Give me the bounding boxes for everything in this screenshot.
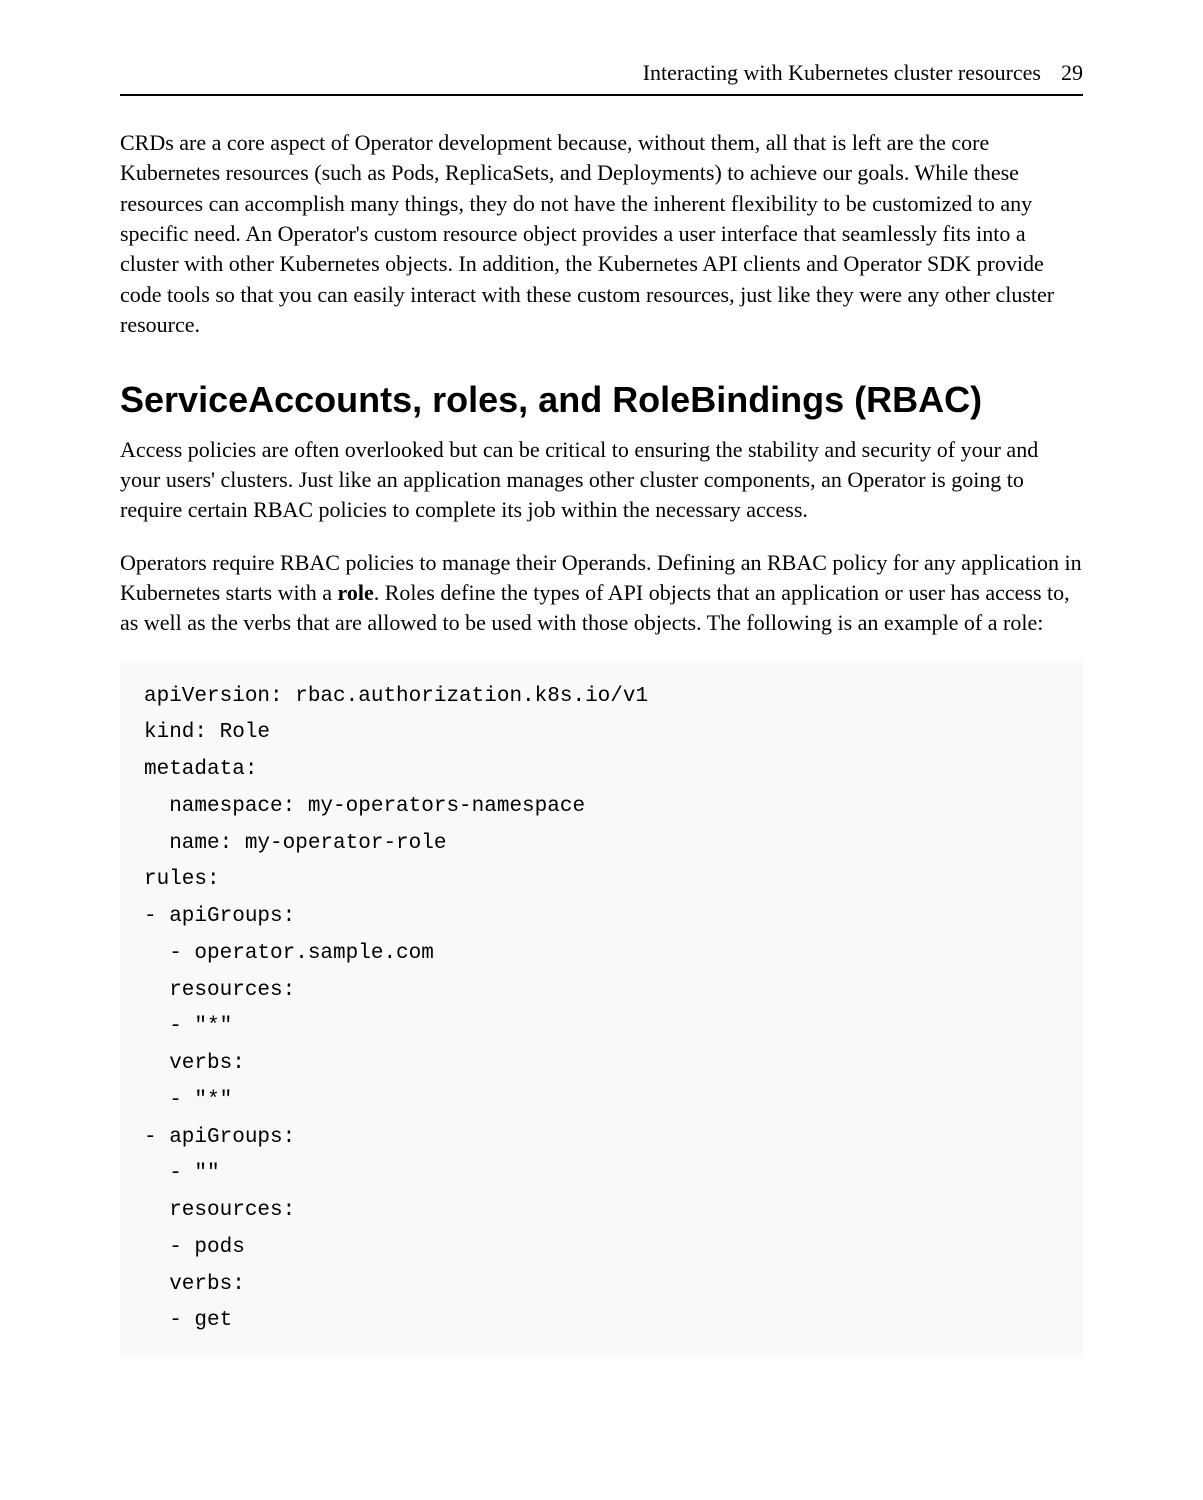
page-number: 29 — [1061, 60, 1083, 86]
code-line: - operator.sample.com — [144, 942, 434, 965]
code-line: verbs: — [144, 1273, 245, 1296]
code-line: name: my-operator-role — [144, 832, 446, 855]
code-line: - "*" — [144, 1015, 232, 1038]
paragraph-crds: CRDs are a core aspect of Operator devel… — [120, 128, 1083, 341]
code-line: - "" — [144, 1162, 220, 1185]
code-line: metadata: — [144, 758, 257, 781]
code-line: - pods — [144, 1236, 245, 1259]
code-line: rules: — [144, 868, 220, 891]
code-line: namespace: my-operators-namespace — [144, 795, 585, 818]
header-title: Interacting with Kubernetes cluster reso… — [643, 60, 1041, 86]
code-line: verbs: — [144, 1052, 245, 1075]
code-line: - "*" — [144, 1089, 232, 1112]
code-line: - apiGroups: — [144, 1126, 295, 1149]
bold-role: role — [338, 580, 374, 605]
code-line: - apiGroups: — [144, 905, 295, 928]
code-line: resources: — [144, 1199, 295, 1222]
code-line: - get — [144, 1309, 232, 1332]
page-header: Interacting with Kubernetes cluster reso… — [120, 60, 1083, 96]
code-line: kind: Role — [144, 721, 270, 744]
code-line: apiVersion: rbac.authorization.k8s.io/v1 — [144, 685, 648, 708]
paragraph-rbac-role: Operators require RBAC policies to manag… — [120, 548, 1083, 639]
paragraph-access-policies: Access policies are often overlooked but… — [120, 435, 1083, 526]
code-line: resources: — [144, 979, 295, 1002]
section-heading-rbac: ServiceAccounts, roles, and RoleBindings… — [120, 379, 1083, 421]
code-block-role-yaml: apiVersion: rbac.authorization.k8s.io/v1… — [120, 661, 1083, 1359]
